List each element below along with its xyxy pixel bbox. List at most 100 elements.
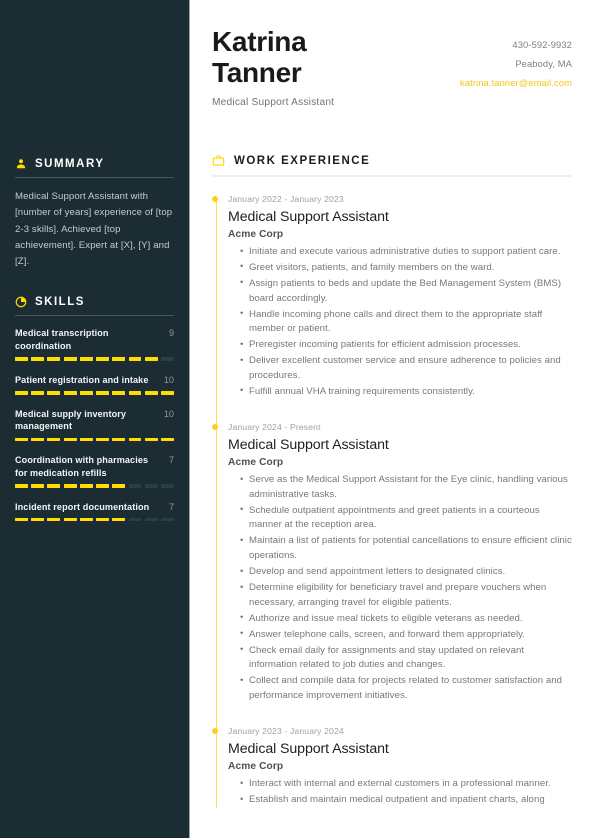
skill-rating-segment — [112, 518, 126, 522]
skill-rating-segment — [144, 437, 158, 442]
entry-company: Acme Corp — [228, 229, 284, 240]
skill-rating-segment — [79, 484, 93, 488]
sidebar-top-spacer — [15, 0, 174, 158]
skill-name: Medical transcription coordination — [15, 328, 109, 351]
experience-entry: January 2024 - Present Medical Support As… — [212, 421, 572, 703]
skills-list: Medical transcription coordination 9 Patie… — [15, 327, 174, 522]
skill-rating-segment — [128, 484, 142, 488]
entry-company: Acme Corp — [228, 761, 284, 773]
skill-rating-segment — [47, 391, 61, 395]
skills-header: SKILLS — [15, 296, 174, 308]
sidebar: SUMMARY Medical Support Assistant with [… — [0, 0, 190, 838]
skill-rating-segment — [161, 437, 174, 442]
skill-item: Medical supply inventory management 10 — [15, 408, 174, 442]
summary-title: SUMMARY — [35, 158, 105, 170]
entry-company: Acme Corp — [228, 457, 284, 469]
entry-role: Medical Support Assistant — [228, 209, 389, 225]
job-title-subtitle: Medical Support Assistant — [212, 97, 335, 108]
entry-bullet: Handle incoming phone calls and direct t… — [240, 307, 572, 337]
first-name: Katrina — [212, 26, 307, 57]
skill-rating-segment — [112, 391, 126, 395]
briefcase-icon — [212, 154, 225, 167]
skill-rating-segment — [63, 518, 77, 522]
entry-bullet: Establish and maintain medical outpatien… — [240, 793, 572, 808]
entry-bullet: Interact with internal and external cust… — [240, 777, 572, 792]
skill-rating-segment — [161, 518, 174, 522]
skill-rating-segment — [96, 357, 110, 361]
skill-rating-segment — [63, 391, 77, 395]
skill-rating-segment — [96, 518, 110, 522]
skill-rating-segment — [31, 391, 45, 395]
entry-bullet: Fulfill annual VHA training requirements… — [240, 384, 572, 400]
skill-item: Incident report documentation 7 — [15, 501, 174, 522]
contact-email[interactable]: katrina.tanner@email.com — [460, 73, 572, 92]
skill-rating-segment — [15, 357, 28, 361]
timeline-dot — [212, 196, 218, 202]
skill-rating-segment — [79, 518, 93, 522]
skill-rating-segment — [15, 484, 28, 488]
skill-rating-segment — [79, 357, 93, 361]
summary-text: Medical Support Assistant with [number o… — [15, 191, 173, 268]
skill-score: 9 — [168, 328, 174, 339]
pie-chart-icon — [15, 296, 27, 308]
skill-rating-segment — [47, 484, 61, 488]
skill-rating-segment — [128, 518, 142, 522]
entry-bullet: Determine eligibility for beneficiary tr… — [240, 580, 572, 610]
skill-item: Medical transcription coordination 9 — [15, 327, 174, 361]
skill-rating-segment — [96, 437, 110, 442]
contact-location: Peabody, MA — [515, 58, 572, 69]
work-experience-section: WORK EXPERIENCE January 2022 - January 2… — [212, 154, 572, 808]
entry-date: January 2023 - January 2024 — [228, 726, 344, 737]
skill-rating-segment — [144, 484, 158, 488]
work-experience-title: WORK EXPERIENCE — [234, 154, 371, 167]
entry-bullet: Check email daily for assignments and st… — [240, 643, 572, 673]
skill-rating-segment — [15, 437, 28, 442]
contact-block: 430-592-9932 Peabody, MA katrina.tanner@… — [460, 26, 572, 92]
skill-name: Medical supply inventory management — [15, 408, 127, 432]
experience-timeline: January 2022 - January 2023 Medical Suppo… — [212, 193, 572, 808]
skill-rating-segment — [79, 391, 93, 395]
entry-bullet: Assign patients to beds and update the B… — [240, 276, 572, 306]
skill-rating-segment — [31, 518, 45, 522]
skill-row: Patient registration and intake 10 — [15, 374, 174, 387]
entry-bullet: Preregister incoming patients for effici… — [240, 338, 572, 353]
entry-bullet-list: Interact with internal and external cust… — [228, 777, 572, 808]
skill-score: 7 — [168, 501, 174, 512]
skill-rating-segment — [96, 484, 110, 488]
skill-rating-segment — [161, 357, 174, 361]
entry-role: Medical Support Assistant — [228, 437, 389, 454]
skill-rating-segment — [47, 518, 61, 522]
entry-bullet-list: Initiate and execute various administrat… — [228, 245, 572, 399]
skill-rating-bar — [15, 484, 174, 488]
skill-name: Patient registration and intake — [15, 374, 149, 385]
skill-rating-segment — [144, 391, 158, 395]
skill-rating-segment — [128, 437, 142, 442]
skill-rating-segment — [96, 391, 110, 395]
skills-title: SKILLS — [35, 296, 85, 309]
summary-divider — [15, 177, 174, 178]
entry-bullet: Serve as the Medical Support Assistant f… — [240, 473, 572, 502]
entry-bullet: Authorize and issue meal tickets to elig… — [240, 611, 572, 627]
skill-rating-segment — [161, 391, 174, 395]
entry-bullet: Deliver excellent customer service and e… — [240, 354, 572, 383]
skill-item: Coordination with pharmacies for medicat… — [15, 454, 174, 488]
contact-phone[interactable]: 430-592-9932 — [460, 35, 572, 54]
skill-rating-segment — [63, 484, 77, 488]
entry-bullet: Answer telephone calls, screen, and forw… — [240, 627, 572, 643]
skill-rating-bar — [15, 391, 174, 395]
sidebar-section-summary: SUMMARY Medical Support Assistant with [… — [15, 158, 174, 270]
skill-score: 10 — [163, 374, 174, 385]
skill-rating-segment — [161, 484, 174, 488]
work-experience-divider — [212, 175, 572, 177]
entry-date: January 2024 - Present — [228, 422, 321, 433]
skill-rating-bar — [15, 518, 174, 522]
timeline-dot — [212, 728, 218, 735]
skill-rating-segment — [144, 518, 158, 522]
skill-rating-segment — [63, 437, 77, 442]
entry-bullet: Initiate and execute various administrat… — [240, 245, 572, 260]
skill-row: Medical transcription coordination 9 — [15, 327, 174, 352]
skill-rating-segment — [31, 357, 45, 361]
entry-role: Medical Support Assistant — [228, 741, 389, 758]
work-experience-header: WORK EXPERIENCE — [212, 154, 572, 167]
skills-divider — [15, 315, 174, 317]
